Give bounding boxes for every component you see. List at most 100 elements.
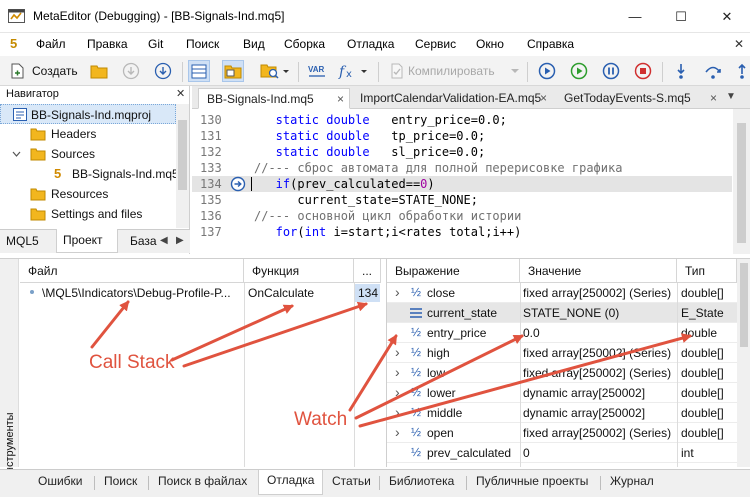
- tree-item-mq5-file[interactable]: 5 BB-Signals-Ind.mq5: [0, 164, 179, 184]
- menu-debug[interactable]: Отладка: [347, 37, 394, 51]
- tab-articles[interactable]: Статьи: [332, 474, 371, 488]
- tab-search-in-files[interactable]: Поиск в файлах: [158, 474, 247, 488]
- code-line[interactable]: 131 static double tp_price=0.0;: [192, 128, 732, 144]
- column-header-line[interactable]: ...: [354, 259, 381, 283]
- watch-row-prev-calculated[interactable]: ½ prev_calculated 0 int: [387, 443, 737, 463]
- menu-search[interactable]: Поиск: [186, 37, 219, 51]
- compile-button[interactable]: Компилировать: [386, 60, 508, 82]
- tab-debug[interactable]: Отладка: [258, 470, 324, 495]
- tab-errors[interactable]: Ошибки: [38, 474, 83, 488]
- expand-chevron-icon[interactable]: ›: [395, 424, 400, 440]
- close-button[interactable]: ✕: [704, 0, 750, 33]
- toolbox-toggle-button[interactable]: [222, 60, 244, 82]
- tab-journal[interactable]: Журнал: [610, 474, 654, 488]
- chevron-down-icon[interactable]: ▼: [726, 91, 736, 102]
- editor-tab-bb-signals[interactable]: BB-Signals-Ind.mq5 ×: [198, 88, 350, 109]
- column-header-file[interactable]: Файл: [20, 259, 244, 283]
- column-header-expression[interactable]: Выражение: [387, 259, 520, 283]
- navigator-toggle-button[interactable]: [188, 60, 210, 82]
- tab-project[interactable]: Проект: [56, 229, 118, 253]
- compile-button-label: Компилировать: [408, 64, 495, 78]
- expand-chevron-icon[interactable]: ›: [395, 404, 400, 420]
- column-header-value[interactable]: Значение: [520, 259, 677, 283]
- scrollbar-thumb[interactable]: [178, 120, 187, 190]
- tester-dropdown-button[interactable]: [258, 60, 292, 82]
- scrollbar-thumb[interactable]: [737, 123, 746, 243]
- menu-tools[interactable]: Сервис: [415, 37, 456, 51]
- menu-git[interactable]: Git: [148, 37, 163, 51]
- tab-close-icon[interactable]: ×: [540, 88, 547, 109]
- watch-row-middle[interactable]: › ½ middle dynamic array[250002] double[]: [387, 403, 737, 423]
- menu-close-icon[interactable]: ✕: [734, 37, 744, 51]
- watch-row-high[interactable]: › ½ high fixed array[250002] (Series) double…: [387, 343, 737, 363]
- watch-row-current-state[interactable]: current_state STATE_NONE (0) E_State: [387, 303, 737, 323]
- tree-item-settings[interactable]: Settings and files: [0, 204, 176, 224]
- code-line[interactable]: 130 static double entry_price=0.0;: [192, 112, 732, 128]
- editor-tab-import-calendar[interactable]: ImportCalendarValidation-EA.mq5 ×: [352, 88, 556, 109]
- watch-row-entry-price[interactable]: ½ entry_price 0.0 double: [387, 323, 737, 343]
- tree-item-project[interactable]: BB-Signals-Ind.mqproj: [0, 104, 176, 124]
- expand-chevron-icon[interactable]: ›: [395, 384, 400, 400]
- tab-public-projects[interactable]: Публичные проекты: [476, 474, 588, 488]
- tab-close-icon[interactable]: ×: [710, 88, 717, 109]
- tab-search[interactable]: Поиск: [104, 474, 137, 488]
- tab-mql5[interactable]: MQL5: [0, 230, 45, 253]
- chevron-right-icon[interactable]: ▶: [176, 235, 184, 246]
- watch-value: fixed array[250002] (Series): [523, 426, 672, 440]
- watch-row-lower[interactable]: › ½ lower dynamic array[250002] double[]: [387, 383, 737, 403]
- watch-row-open[interactable]: › ½ open fixed array[250002] (Series) double…: [387, 423, 737, 443]
- stop-button[interactable]: [632, 60, 654, 82]
- maximize-button[interactable]: ☐: [658, 0, 704, 33]
- watch-row-close[interactable]: › ½ close fixed array[250002] (Series) doubl…: [387, 283, 737, 303]
- watch-row-low[interactable]: › ½ low fixed array[250002] (Series) double[…: [387, 363, 737, 383]
- navigator-close-icon[interactable]: ✕: [176, 87, 185, 100]
- watch-scrollbar[interactable]: [737, 259, 750, 467]
- code-line[interactable]: 135 current_state=STATE_NONE;: [192, 192, 732, 208]
- menu-edit[interactable]: Правка: [87, 37, 128, 51]
- back-button[interactable]: [120, 60, 142, 82]
- navigator-scrollbar[interactable]: [176, 104, 189, 228]
- open-folder-button[interactable]: [88, 60, 110, 82]
- code-line[interactable]: 136 //--- основной цикл обработки истории: [192, 208, 732, 224]
- compile-dropdown-button[interactable]: [508, 60, 522, 82]
- menu-view[interactable]: Вид: [243, 37, 265, 51]
- create-button[interactable]: Создать: [6, 60, 82, 82]
- expand-chevron-icon[interactable]: ›: [395, 364, 400, 380]
- function-dropdown-button[interactable]: fx: [336, 60, 372, 82]
- code-line[interactable]: 132 static double sl_price=0.0;: [192, 144, 732, 160]
- debug-start-button[interactable]: [536, 60, 558, 82]
- var-button[interactable]: VAR: [306, 60, 328, 82]
- pause-button[interactable]: [600, 60, 622, 82]
- tab-close-icon[interactable]: ×: [337, 89, 344, 110]
- menu-file[interactable]: Файл: [36, 37, 66, 51]
- code-line[interactable]: 137 for(int i=start;i<rates total;i++): [192, 224, 732, 240]
- menu-help[interactable]: Справка: [527, 37, 574, 51]
- column-header-function[interactable]: Функция: [244, 259, 354, 283]
- tab-database[interactable]: База: [124, 230, 163, 253]
- step-into-button[interactable]: [670, 60, 692, 82]
- forward-button[interactable]: [152, 60, 174, 82]
- editor-tab-get-today-events[interactable]: GetTodayEvents-S.mq5 ×: [556, 88, 722, 109]
- column-header-type[interactable]: Тип: [677, 259, 737, 283]
- tree-item-sources[interactable]: Sources: [0, 144, 176, 164]
- menu-window[interactable]: Окно: [476, 37, 504, 51]
- step-out-button[interactable]: [734, 60, 750, 82]
- expand-chevron-icon[interactable]: ›: [395, 344, 400, 360]
- tree-item-resources[interactable]: Resources: [0, 184, 176, 204]
- menu-build[interactable]: Сборка: [284, 37, 325, 51]
- call-stack-row[interactable]: \MQL5\Indicators\Debug-Profile-P... OnCa…: [20, 283, 381, 303]
- minimize-button[interactable]: —: [612, 0, 658, 33]
- editor-scrollbar[interactable]: [733, 109, 750, 254]
- code-area[interactable]: 130 static double entry_price=0.0; 131 st…: [192, 109, 732, 254]
- expand-chevron-icon[interactable]: ›: [395, 284, 400, 300]
- step-over-button[interactable]: [702, 60, 724, 82]
- chevron-down-icon[interactable]: [12, 151, 21, 158]
- debug-history-button[interactable]: [568, 60, 590, 82]
- play-green-icon: [570, 62, 588, 80]
- code-line[interactable]: 133 //--- сброс автомата для полной перер…: [192, 160, 732, 176]
- tree-item-headers[interactable]: Headers: [0, 124, 176, 144]
- chevron-left-icon[interactable]: ◀: [160, 235, 168, 246]
- scrollbar-thumb[interactable]: [740, 263, 748, 347]
- code-line[interactable]: 134 if(prev_calculated==0): [192, 176, 732, 192]
- tab-library[interactable]: Библиотека: [389, 474, 454, 488]
